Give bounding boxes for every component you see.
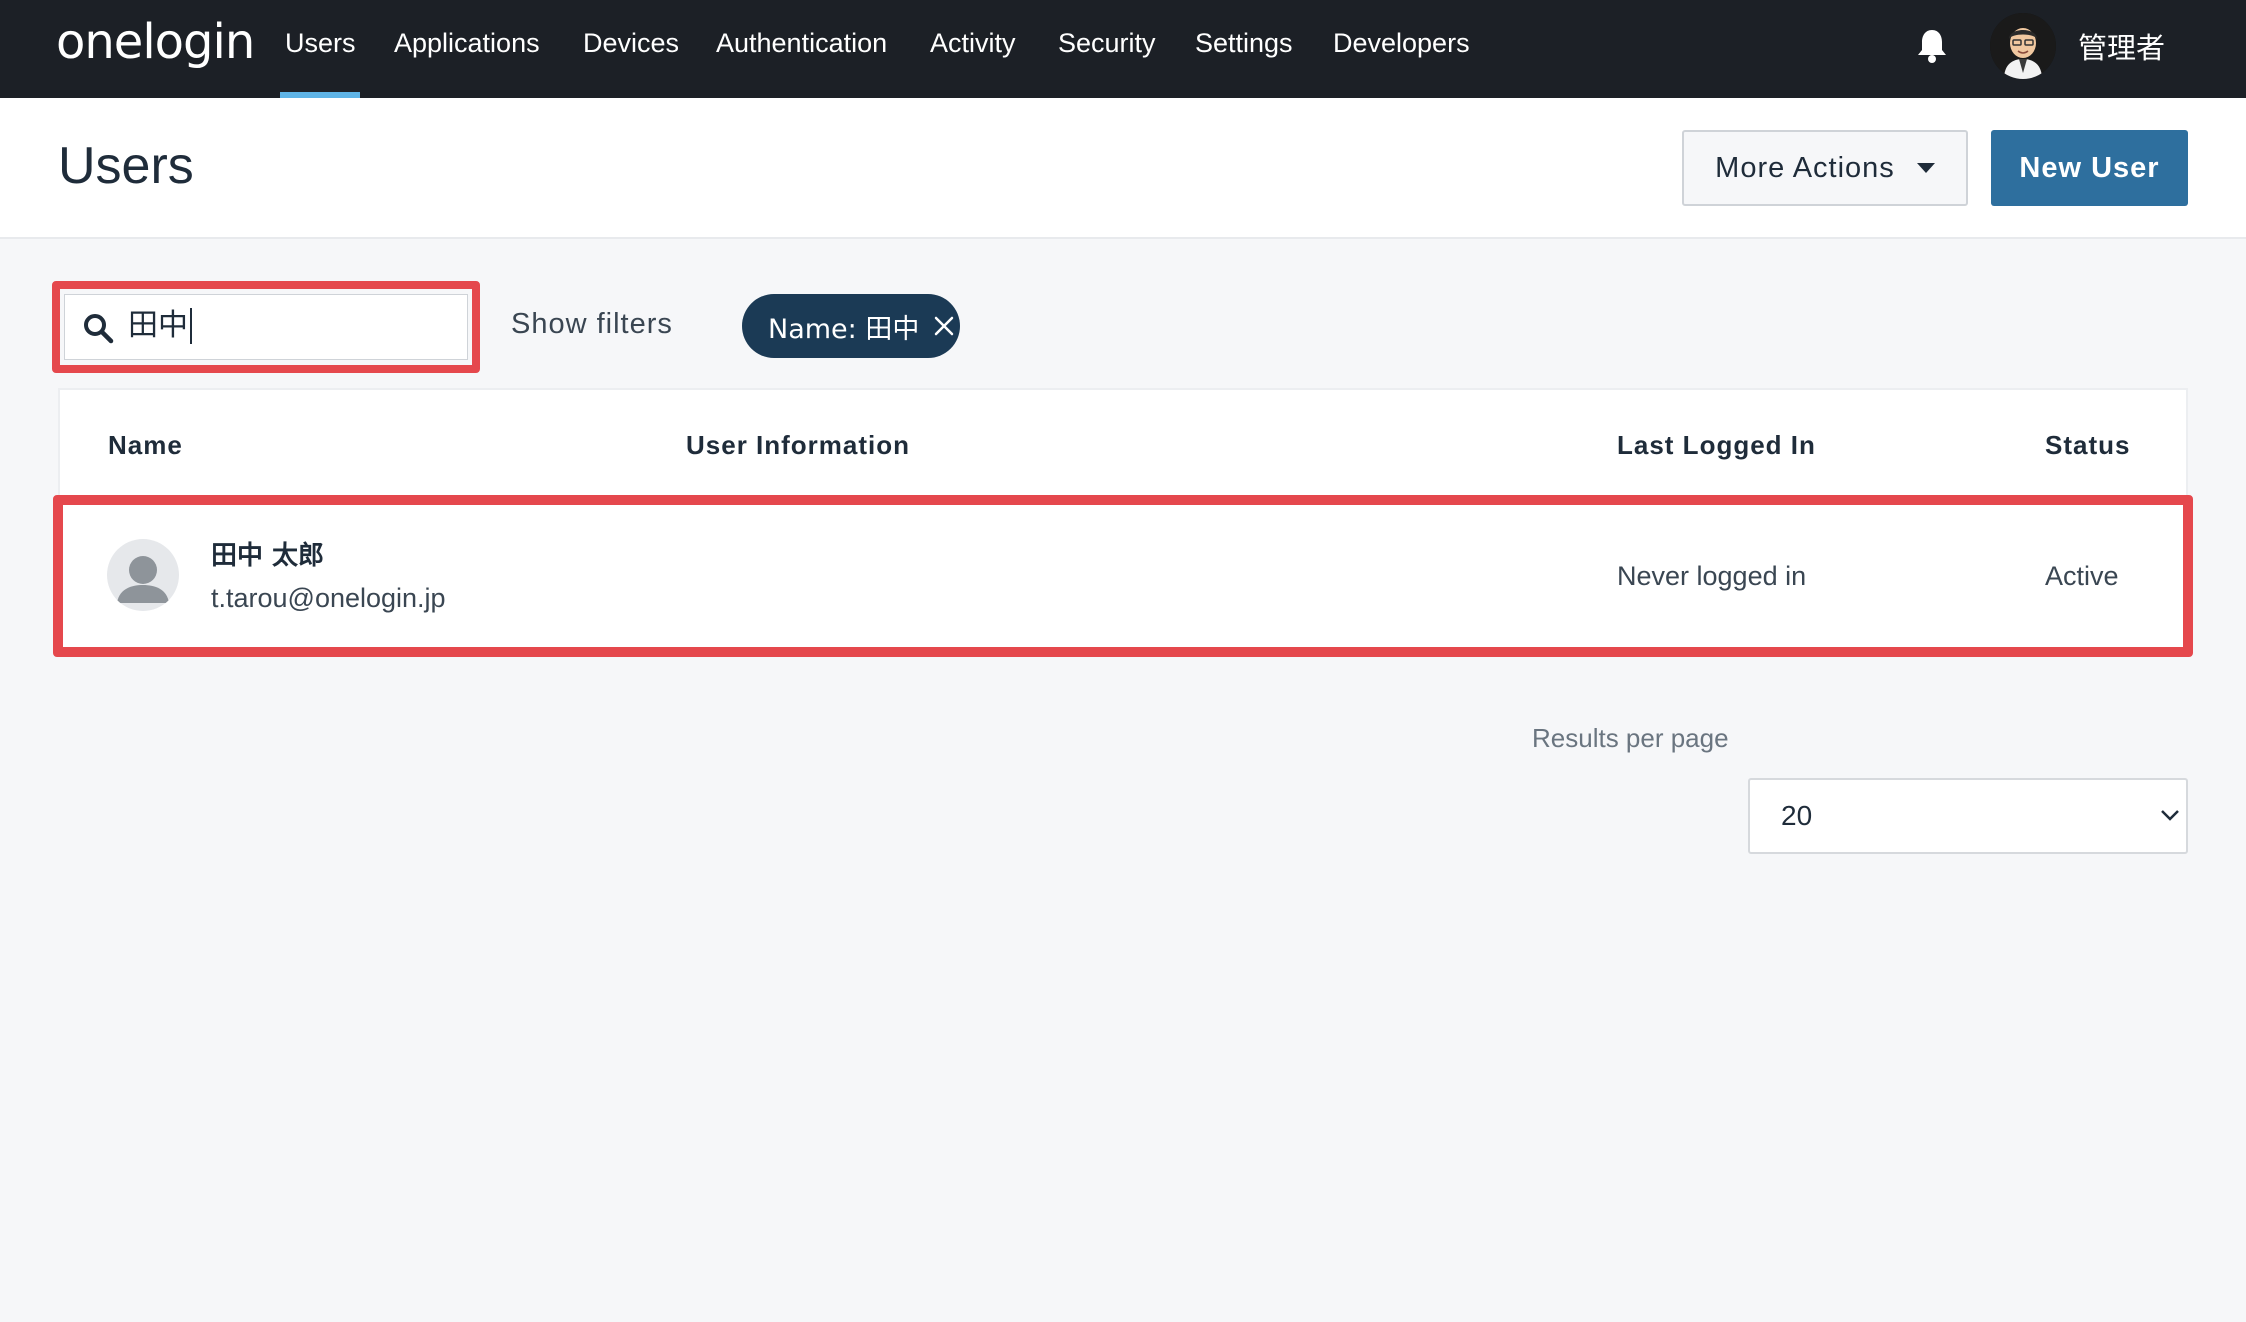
- user-email: t.tarou@onelogin.jp: [211, 583, 446, 613]
- active-filter-chip[interactable]: Name: 田中: [742, 294, 960, 358]
- new-user-button[interactable]: New User: [1991, 130, 2188, 206]
- nav-item-developers[interactable]: Developers: [1333, 28, 1470, 59]
- chevron-down-icon: [2161, 810, 2179, 821]
- nav-item-users[interactable]: Users: [285, 28, 356, 59]
- column-header-name[interactable]: Name: [108, 430, 183, 461]
- column-header-last-logged-in[interactable]: Last Logged In: [1617, 430, 1816, 461]
- admin-name[interactable]: 管理者: [2078, 25, 2165, 67]
- user-avatar-icon: [107, 539, 179, 611]
- page-title: Users: [58, 137, 194, 195]
- last-logged-in-value: Never logged in: [1617, 561, 1807, 591]
- status-value: Active: [2045, 561, 2119, 591]
- top-navigation: onelogin Users Applications Devices Auth…: [0, 0, 2246, 98]
- table-row[interactable]: [53, 495, 2193, 657]
- admin-avatar[interactable]: [1990, 13, 2056, 79]
- more-actions-button[interactable]: More Actions: [1682, 130, 1968, 206]
- close-icon[interactable]: [933, 315, 955, 337]
- nav-item-activity[interactable]: Activity: [930, 28, 1016, 59]
- caret-down-icon: [1916, 163, 1935, 173]
- search-input-value[interactable]: 田中: [128, 308, 192, 344]
- user-name[interactable]: 田中 太郎: [211, 535, 324, 572]
- page-header: Users More Actions New User: [0, 98, 2246, 239]
- search-input[interactable]: [64, 294, 468, 360]
- nav-item-authentication[interactable]: Authentication: [716, 28, 887, 59]
- onelogin-logo[interactable]: onelogin: [56, 14, 255, 70]
- results-per-page-select[interactable]: [1748, 778, 2188, 854]
- filter-chip-label: Name: 田中: [768, 313, 920, 345]
- bell-icon[interactable]: [1916, 28, 1948, 64]
- nav-item-applications[interactable]: Applications: [394, 28, 540, 59]
- nav-item-devices[interactable]: Devices: [583, 28, 679, 59]
- column-header-status[interactable]: Status: [2045, 430, 2130, 461]
- nav-item-settings[interactable]: Settings: [1195, 28, 1293, 59]
- results-per-page-label: Results per page: [1532, 723, 1729, 753]
- search-icon: [84, 314, 114, 344]
- show-filters-link[interactable]: Show filters: [511, 308, 673, 341]
- more-actions-label: More Actions: [1715, 151, 1895, 184]
- results-per-page-value[interactable]: 20: [1781, 800, 1812, 832]
- nav-item-security[interactable]: Security: [1058, 28, 1156, 59]
- column-header-user-information[interactable]: User Information: [686, 430, 910, 461]
